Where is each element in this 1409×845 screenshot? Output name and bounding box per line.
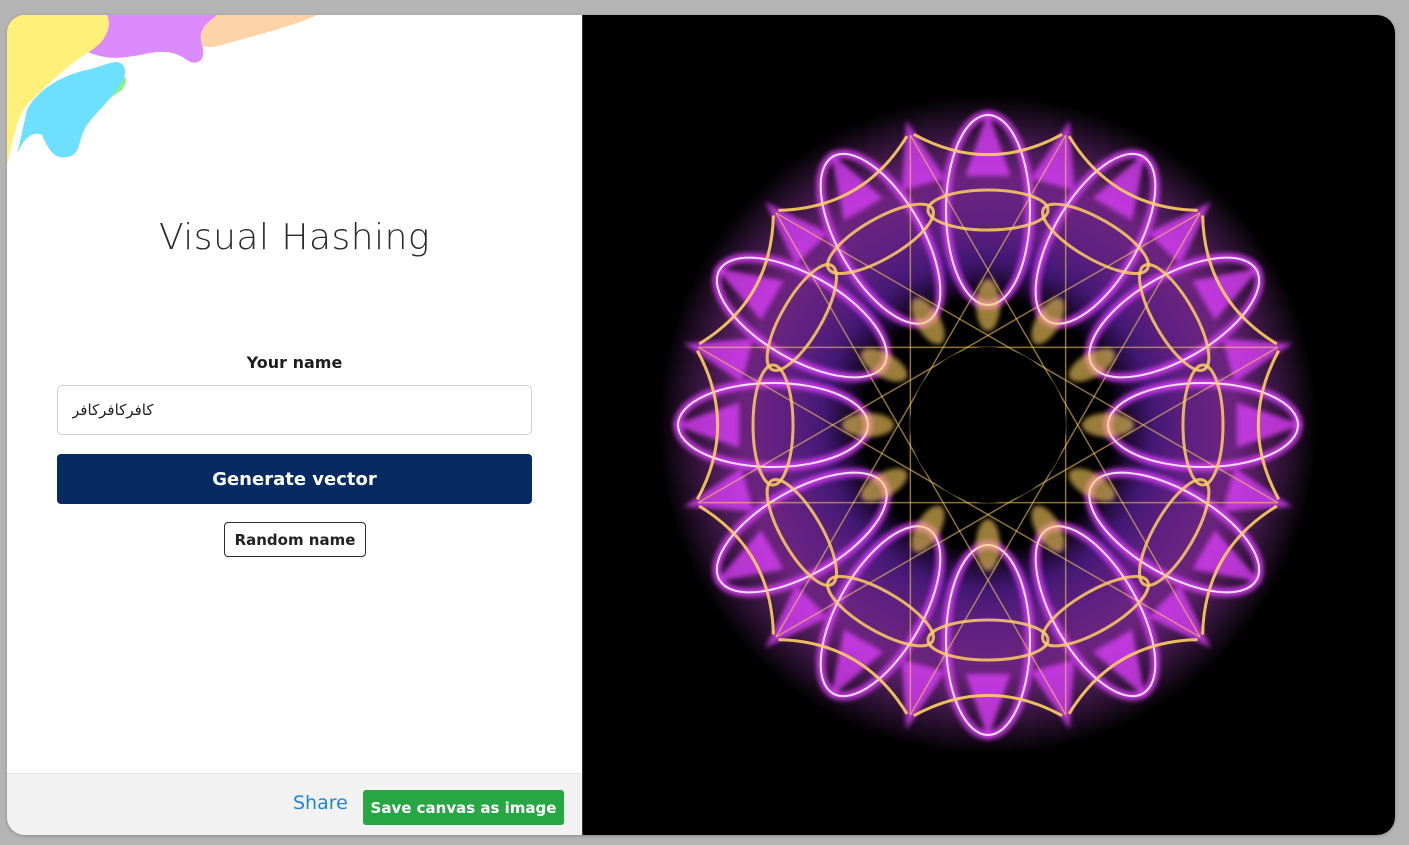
share-link[interactable]: Share (293, 792, 348, 814)
app-card: Visual Hashing Your name Generate vector… (7, 15, 1395, 835)
save-canvas-button[interactable]: Save canvas as image (363, 790, 564, 825)
page-title: Visual Hashing (158, 217, 431, 258)
decorative-blobs (7, 15, 317, 165)
visual-hash-pattern (658, 95, 1318, 755)
generate-vector-button[interactable]: Generate vector (57, 454, 532, 504)
random-name-button[interactable]: Random name (224, 522, 366, 557)
name-input[interactable] (57, 385, 532, 435)
footer-bar: Share Save canvas as image (7, 773, 582, 835)
name-label: Your name (246, 353, 343, 372)
control-panel: Visual Hashing Your name Generate vector… (7, 15, 582, 835)
vector-canvas[interactable] (582, 15, 1395, 835)
